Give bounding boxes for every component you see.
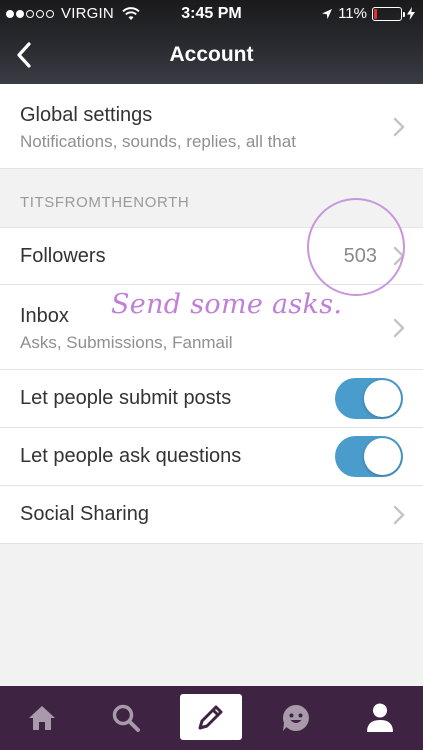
submit-posts-toggle[interactable] [335,378,403,419]
social-sharing-title: Social Sharing [20,503,149,525]
battery-icon [372,6,405,21]
tab-bar [0,686,423,750]
location-arrow-icon [322,8,333,19]
submit-posts-title: Let people submit posts [20,387,232,409]
ask-questions-toggle[interactable] [335,436,403,477]
chevron-right-icon [393,318,405,338]
status-right: 11% [321,5,415,22]
chevron-right-icon [393,117,405,137]
global-settings-row[interactable]: Global settings Notifications, sounds, r… [0,84,423,169]
followers-row[interactable]: Followers 503 [0,228,423,285]
tab-activity[interactable] [274,696,318,740]
followers-title: Followers [20,245,106,267]
chevron-right-icon [393,505,405,525]
ask-questions-row: Let people ask questions [0,428,423,486]
social-sharing-row[interactable]: Social Sharing [0,486,423,544]
search-icon [112,704,140,732]
ask-questions-title: Let people ask questions [20,445,242,467]
battery-fill [374,8,377,19]
settings-list: Global settings Notifications, sounds, r… [0,84,423,544]
account-icon [367,703,393,732]
chevron-right-icon [393,246,405,266]
tab-search[interactable] [104,696,148,740]
header: VIRGIN 3:45 PM 11% Account [0,0,423,84]
global-settings-subtitle: Notifications, sounds, replies, all that [20,132,296,151]
global-settings-title: Global settings [20,104,153,126]
charging-bolt-icon [407,7,415,20]
inbox-row[interactable]: Inbox Asks, Submissions, Fanmail [0,285,423,370]
submit-posts-row: Let people submit posts [0,370,423,428]
inbox-subtitle: Asks, Submissions, Fanmail [20,333,233,352]
inbox-title: Inbox [20,305,69,327]
followers-count: 503 [343,245,377,267]
toggle-knob [364,438,401,475]
battery-percent: 11% [338,5,367,22]
blog-name: TITSFROMTHENORTH [20,194,190,211]
page-title: Account [169,43,254,66]
blog-section-header: TITSFROMTHENORTH [0,169,423,228]
compose-icon [198,705,223,730]
tab-account[interactable] [358,696,402,740]
tab-compose[interactable] [180,694,242,740]
status-bar: VIRGIN 3:45 PM 11% [0,0,423,28]
toggle-knob [364,380,401,417]
tab-home[interactable] [20,696,64,740]
home-icon [29,706,55,730]
activity-icon [283,705,309,731]
